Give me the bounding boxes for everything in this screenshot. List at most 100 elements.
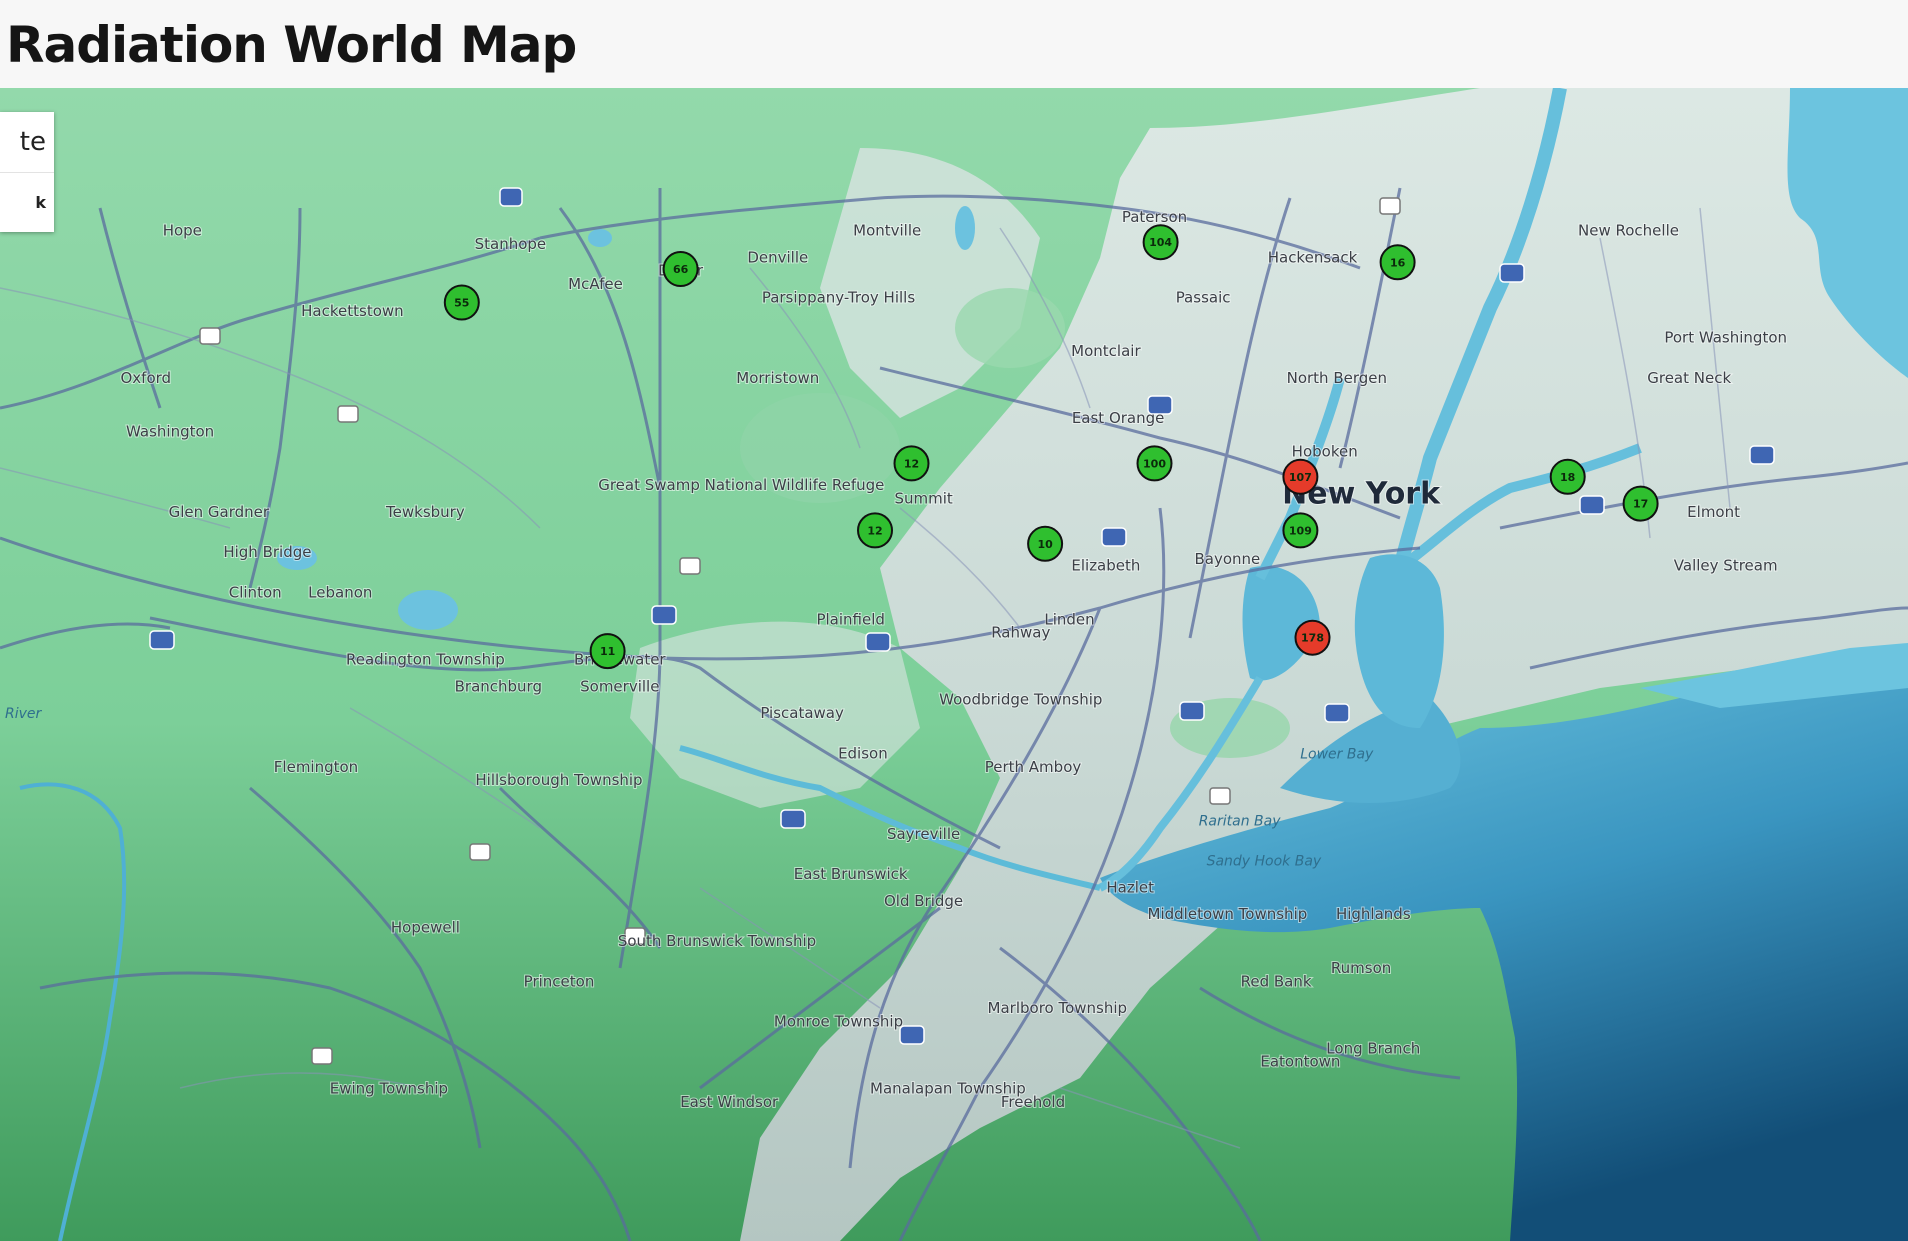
sensor-marker-m-summit[interactable]: 12 [893,445,930,482]
place-label-lebanon: Lebanon [308,584,372,602]
water-label-raritan-bay: Raritan Bay [1199,813,1282,829]
sensor-marker-value: 18 [1560,471,1575,484]
map-type-control[interactable]: te k [0,112,54,232]
sensor-marker-m-jersey-city[interactable]: 107 [1282,458,1319,495]
place-label-eatontown: Eatontown [1260,1053,1340,1071]
lake-round-valley [398,590,458,630]
place-label-linden: Linden [1044,610,1094,628]
sensor-marker-m-union[interactable]: 10 [1027,525,1064,562]
place-label-tewksbury: Tewksbury [385,503,465,521]
place-label-morristown: Morristown [736,369,819,387]
place-label-denville: Denville [747,248,808,266]
sensor-marker-value: 17 [1633,498,1648,511]
sensor-marker-m-englewood[interactable]: 16 [1379,244,1416,281]
sensor-marker-value: 178 [1301,632,1324,645]
water-label-sandy-hook-bay: Sandy Hook Bay [1207,854,1322,870]
place-label-somerville: Somerville [580,677,659,695]
place-label-plot-washington: Port Washington [1664,329,1787,347]
place-label-paterson: Paterson [1122,208,1187,226]
place-label-elizabeth: Elizabeth [1071,557,1140,575]
place-label-east-orange: East Orange [1072,409,1165,427]
place-label-hoboken: Hoboken [1292,443,1358,461]
place-label-parsippany: Parsippany-Troy Hills [762,289,916,307]
sensor-marker-value: 109 [1289,524,1312,537]
lake-boonton [955,206,975,250]
place-label-monroe: Monroe Township [774,1013,903,1031]
place-label-ewing: Ewing Township [330,1080,448,1098]
place-label-great-neck: Great Neck [1647,369,1731,387]
sensor-marker-m-bridgewater[interactable]: 11 [589,633,626,670]
sensor-marker-m-paterson[interactable]: 104 [1142,224,1179,261]
place-label-clinton: Clinton [229,584,282,602]
sensor-marker-value: 104 [1149,236,1172,249]
sensor-marker-value: 107 [1289,471,1312,484]
place-label-branchburg: Branchburg [455,677,542,695]
sensor-marker-value: 12 [904,457,919,470]
place-label-hazlet: Hazlet [1106,878,1154,896]
sensor-marker-m-staten[interactable]: 178 [1294,619,1331,656]
place-label-montville: Montville [853,222,921,240]
place-label-east-windsor: East Windsor [680,1093,779,1111]
place-label-great-swamp: Great Swamp National Wildlife Refuge [598,476,884,494]
park-patch [955,288,1065,368]
place-label-rahway: Rahway [991,624,1050,642]
sensor-marker-m-brooklyn[interactable]: 109 [1282,512,1319,549]
place-label-hackettstown: Hackettstown [301,302,404,320]
place-label-hillsborough: Hillsborough Township [475,771,642,789]
place-label-flemington: Flemington [274,758,358,776]
sensor-marker-value: 12 [867,524,882,537]
place-label-east-brunswick: East Brunswick [794,865,908,883]
place-label-plainfield: Plainfield [816,610,884,628]
sensor-marker-value: 66 [673,263,689,276]
place-label-glen-gardner: Glen Gardner [169,503,270,521]
place-label-rumson: Rumson [1331,959,1391,977]
place-label-old-bridge: Old Bridge [884,892,963,910]
place-label-elmont: Elmont [1687,503,1740,521]
map-type-option-1[interactable]: te [0,112,54,173]
page-title: Radiation World Map [6,16,577,74]
sensor-marker-m-new-providence[interactable]: 12 [857,512,893,549]
water-label-lower-bay: Lower Bay [1300,746,1374,762]
sensor-marker-m-newark[interactable]: 100 [1136,445,1173,482]
sensor-marker-m-budd-lake[interactable]: 55 [443,284,480,321]
place-label-valley-stream: Valley Stream [1674,557,1778,575]
place-label-summit: Summit [894,490,952,508]
sensor-marker-value: 55 [454,297,469,310]
place-label-sayreville: Sayreville [887,825,960,843]
place-label-mcafee: McAfee [568,275,623,293]
map-svg[interactable]: Delaware River Raritan Bay Lower Bay Sandy … [0,88,1908,1241]
place-label-washington: Washington [126,423,214,441]
sensor-marker-m-dover[interactable]: 66 [662,251,699,287]
sensor-marker-value: 100 [1143,457,1166,470]
place-label-perth-amboy: Perth Amboy [985,758,1082,776]
sensor-marker-m-queens[interactable]: 17 [1622,485,1659,522]
place-label-woodbridge: Woodbridge Township [939,691,1102,709]
place-label-hopewell: Hopewell [391,919,460,937]
app: Radiation World Map River Raritan Bay Lo… [0,0,1908,1241]
place-label-middletown: Middletown Township [1148,905,1308,923]
place-label-princeton: Princeton [524,972,595,990]
place-label-edison: Edison [838,744,888,762]
water-label-delaware-river: Delaware River [0,706,43,722]
title-bar: Radiation World Map [0,0,1908,88]
lake-budd [588,229,612,247]
map-canvas[interactable]: Delaware River Raritan Bay Lower Bay Sandy … [0,88,1908,1241]
place-label-highlands: Highlands [1336,905,1411,923]
place-label-piscataway: Piscataway [760,704,844,722]
place-label-freehold: Freehold [1001,1093,1065,1111]
map-type-option-2[interactable]: k [0,173,54,233]
sensor-marker-value: 11 [600,645,615,658]
place-label-bayonne: Bayonne [1195,550,1261,568]
sensor-marker-value: 16 [1390,256,1406,269]
place-label-montclair: Montclair [1071,342,1141,360]
place-label-passaic: Passaic [1176,289,1231,307]
sensor-marker-m-jamaica[interactable]: 18 [1549,458,1586,495]
place-label-hope: Hope [163,222,202,240]
place-label-high-bridge: High Bridge [223,543,311,561]
place-label-red-bank: Red Bank [1241,972,1312,990]
place-label-new-rochelle: New Rochelle [1578,222,1679,240]
place-label-stanhope: Stanhope [475,235,547,253]
place-label-marlboro: Marlboro Township [988,999,1128,1017]
place-label-readington: Readington Township [346,651,505,669]
sensor-marker-value: 10 [1037,538,1053,551]
